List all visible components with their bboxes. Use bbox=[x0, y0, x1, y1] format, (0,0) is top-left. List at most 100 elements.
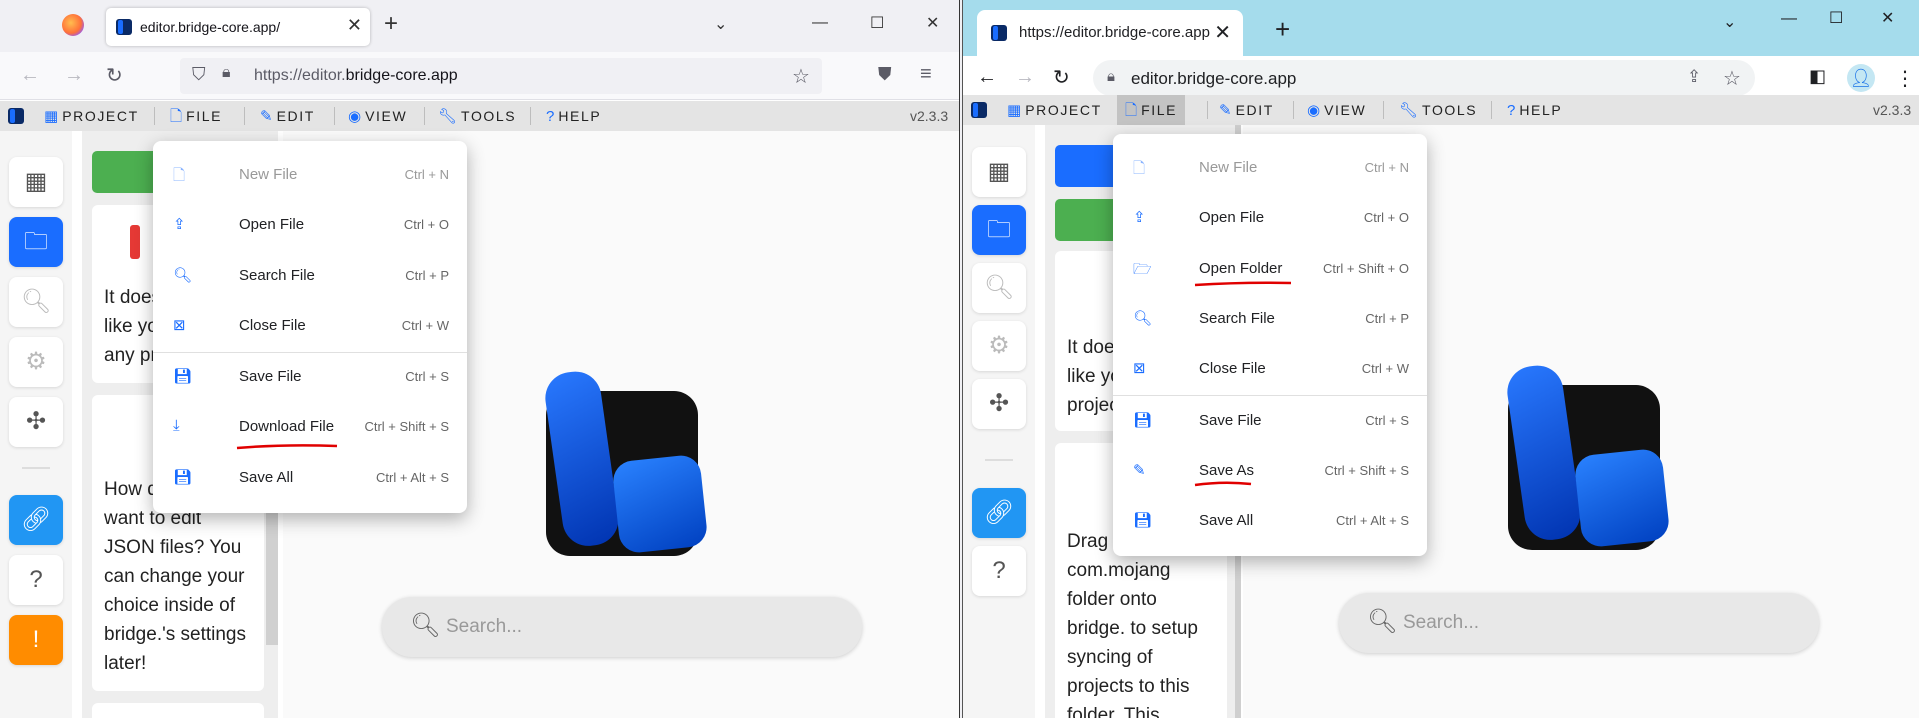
tab-search-chevron-icon[interactable]: ⌄ bbox=[1723, 12, 1736, 32]
puzzle-icon: ✣ bbox=[25, 408, 47, 435]
forward-icon[interactable]: → bbox=[1015, 66, 1035, 89]
chrome-nav-bar: ← → ↻ 🔒︎ editor.bridge-core.app ⇪ ☆ ◧ 👤︎… bbox=[963, 56, 1919, 100]
search-bar[interactable]: 🔍︎ Search... bbox=[382, 597, 862, 657]
address-bar[interactable]: ⛉ 🔒︎ https://editor.bridge-core.app ☆ bbox=[180, 58, 822, 94]
bridge-menubar: ▦ PROJECT 🗋︎ FILE ✎ EDIT ◉ VIEW 🔧︎ TOOLS ? HEL… bbox=[963, 95, 1919, 125]
sidebar-dashboard-button[interactable]: ▦ bbox=[9, 157, 63, 207]
menu-edit[interactable]: ✎ EDIT bbox=[252, 101, 323, 131]
lock-icon[interactable]: 🔒︎ bbox=[222, 64, 231, 82]
bridge-big-logo bbox=[536, 368, 709, 566]
url-text: https://editor.bridge-core.app bbox=[254, 67, 458, 84]
minimize-icon[interactable]: — bbox=[1781, 10, 1797, 28]
sidebar-settings-button[interactable]: ⚙ bbox=[9, 337, 63, 387]
menu-item-search-file[interactable]: 🔍︎ Search File Ctrl + P bbox=[1113, 294, 1427, 344]
eye-icon: ◉ bbox=[348, 108, 362, 125]
forward-icon[interactable]: → bbox=[64, 64, 84, 87]
menu-item-open-file[interactable]: ⇪ Open File Ctrl + O bbox=[1113, 193, 1427, 243]
close-window-icon[interactable]: ✕ bbox=[926, 13, 939, 33]
sidebar-explorer-button[interactable]: 🗀︎ bbox=[972, 205, 1026, 255]
search-bar[interactable]: 🔍︎ Search... bbox=[1339, 593, 1819, 653]
side-panel-icon[interactable]: ◧ bbox=[1809, 66, 1826, 87]
menu-edit[interactable]: ✎ EDIT bbox=[1211, 95, 1282, 125]
profile-avatar-icon[interactable]: 👤︎ bbox=[1847, 64, 1875, 92]
sidebar-connect-button[interactable]: 🔗︎ bbox=[972, 488, 1026, 538]
hamburger-menu-icon[interactable]: ≡ bbox=[920, 63, 932, 86]
minimize-icon[interactable]: — bbox=[812, 14, 828, 32]
question-icon: ? bbox=[1507, 102, 1516, 119]
menu-tools[interactable]: 🔧︎ TOOLS bbox=[1391, 95, 1485, 125]
new-tab-icon[interactable]: + bbox=[384, 10, 398, 38]
help-circle-icon: ? bbox=[29, 566, 43, 593]
menu-item-new-file[interactable]: 🗋︎ New File Ctrl + N bbox=[153, 150, 467, 200]
sidebar-settings-button[interactable]: ⚙ bbox=[972, 321, 1026, 371]
new-tab-icon[interactable]: + bbox=[1275, 14, 1290, 45]
menu-view[interactable]: ◉ VIEW bbox=[1299, 95, 1374, 125]
address-bar[interactable]: 🔒︎ editor.bridge-core.app ⇪ ☆ bbox=[1093, 60, 1755, 96]
sidebar-dashboard-button[interactable]: ▦ bbox=[972, 147, 1026, 197]
menu-tools[interactable]: 🔧︎ TOOLS bbox=[430, 101, 524, 131]
menu-help[interactable]: ? HELP bbox=[538, 101, 609, 131]
lock-icon[interactable]: 🔒︎ bbox=[1107, 68, 1115, 85]
sidebar-extensions-button[interactable]: ✣ bbox=[972, 379, 1026, 429]
pencil-icon: ✎ bbox=[1219, 102, 1232, 119]
grid-icon: ▦ bbox=[44, 108, 59, 125]
sidebar-help-button[interactable]: ? bbox=[972, 546, 1026, 596]
menu-project[interactable]: ▦ PROJECT bbox=[36, 101, 147, 131]
menu-view[interactable]: ◉ VIEW bbox=[340, 101, 415, 131]
menu-item-new-file[interactable]: 🗋︎ New File Ctrl + N bbox=[1113, 143, 1427, 193]
menu-item-save-all[interactable]: 💾︎ Save All Ctrl + Alt + S bbox=[1113, 496, 1427, 546]
close-tab-icon[interactable]: ✕ bbox=[1214, 20, 1231, 45]
menu-item-search-file[interactable]: 🔍︎ Search File Ctrl + P bbox=[153, 251, 467, 301]
gears-icon: ⚙ bbox=[988, 332, 1010, 359]
maximize-icon[interactable]: ☐ bbox=[1829, 8, 1843, 28]
sidebar-warning-button[interactable]: ! bbox=[9, 615, 63, 665]
browser-tab[interactable]: editor.bridge-core.app/ ✕ bbox=[106, 8, 370, 46]
tab-list-chevron-icon[interactable]: ⌄ bbox=[714, 14, 727, 34]
browser-tab[interactable]: https://editor.bridge-core.app ✕ bbox=[977, 10, 1243, 56]
save-icon: 💾︎ bbox=[1133, 412, 1153, 429]
sidebar-connect-button[interactable]: 🔗︎ bbox=[9, 495, 63, 545]
menu-item-save-file[interactable]: 💾︎ Save File Ctrl + S bbox=[153, 352, 467, 402]
kebab-menu-icon[interactable]: ⋮ bbox=[1895, 66, 1915, 91]
maximize-icon[interactable]: ☐ bbox=[870, 13, 884, 33]
wrench-icon: 🔧︎ bbox=[438, 108, 458, 125]
sidebar-extensions-button[interactable]: ✣ bbox=[9, 397, 63, 447]
link-icon: 🔗︎ bbox=[20, 506, 52, 533]
pencil-icon: ✎ bbox=[260, 108, 273, 125]
menu-item-close-file[interactable]: ⊠ Close File Ctrl + W bbox=[1113, 344, 1427, 394]
folder-icon: 🗁︎ bbox=[1133, 261, 1152, 278]
bridge-menubar: ▦ PROJECT 🗋︎ FILE ✎ EDIT ◉ VIEW 🔧︎ TOOLS ? HEL… bbox=[0, 101, 959, 131]
folder-icon: 🗀︎ bbox=[24, 228, 48, 255]
menu-project[interactable]: ▦ PROJECT bbox=[999, 95, 1110, 125]
sidebar-explorer-button[interactable]: 🗀︎ bbox=[9, 217, 63, 267]
menu-item-close-file[interactable]: ⊠ Close File Ctrl + W bbox=[153, 301, 467, 351]
help-circle-icon: ? bbox=[992, 557, 1006, 584]
sidebar-help-button[interactable]: ? bbox=[9, 555, 63, 605]
firefox-window: editor.bridge-core.app/ ✕ + ⌄ — ☐ ✕ ← → … bbox=[0, 0, 960, 718]
reload-icon[interactable]: ↻ bbox=[106, 63, 123, 88]
file-icon: 🗋︎ bbox=[1125, 102, 1138, 119]
sidebar-file-search-button[interactable]: 🔍︎ bbox=[9, 277, 63, 327]
back-icon[interactable]: ← bbox=[20, 64, 40, 87]
firefox-logo-icon[interactable] bbox=[62, 14, 84, 36]
back-icon[interactable]: ← bbox=[977, 66, 997, 89]
menu-file[interactable]: 🗋︎ FILE bbox=[1117, 95, 1186, 125]
menu-file[interactable]: 🗋︎ FILE bbox=[162, 101, 230, 131]
menu-item-save-as[interactable]: ✎ Save As Ctrl + Shift + S bbox=[1113, 446, 1427, 496]
shield-icon[interactable]: ⛉ bbox=[192, 64, 206, 85]
search-icon: 🔍︎ bbox=[1133, 310, 1153, 327]
pocket-icon[interactable]: ⛊ bbox=[878, 64, 892, 85]
menu-item-save-file[interactable]: 💾︎ Save File Ctrl + S bbox=[1113, 396, 1427, 446]
menu-item-open-file[interactable]: ⇪ Open File Ctrl + O bbox=[153, 200, 467, 250]
close-window-icon[interactable]: ✕ bbox=[1881, 8, 1894, 28]
sidebar-file-search-button[interactable]: 🔍︎ bbox=[972, 263, 1026, 313]
search-placeholder: Search... bbox=[1403, 612, 1480, 633]
menu-item-save-all[interactable]: 💾︎ Save All Ctrl + Alt + S bbox=[153, 453, 467, 503]
bookmark-star-icon[interactable]: ☆ bbox=[792, 64, 810, 89]
menu-help[interactable]: ? HELP bbox=[1499, 95, 1570, 125]
file-search-icon: 🔍︎ bbox=[20, 288, 52, 315]
share-icon[interactable]: ⇪ bbox=[1687, 67, 1701, 87]
close-tab-icon[interactable]: ✕ bbox=[347, 15, 362, 36]
bookmark-star-icon[interactable]: ☆ bbox=[1723, 66, 1741, 91]
reload-icon[interactable]: ↻ bbox=[1053, 65, 1070, 90]
